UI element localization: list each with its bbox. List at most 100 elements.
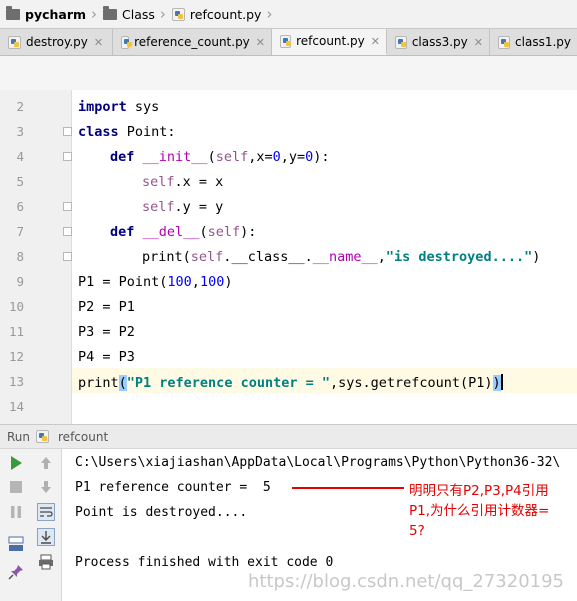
- code-token: "P1 reference counter = ": [126, 375, 330, 391]
- code-token: print(: [142, 249, 191, 265]
- code-editor[interactable]: 2 3 4 5 6 7 8 9 10 11 12 13 14 import sy…: [0, 90, 577, 424]
- code-token: 100: [167, 274, 192, 290]
- tab-class3[interactable]: class3.py ✕: [387, 29, 490, 55]
- line-number: 9: [16, 274, 24, 289]
- tab-label: reference_count.py: [134, 35, 250, 49]
- tab-label: class1.py: [515, 35, 571, 49]
- code-token: ,y=: [280, 149, 306, 165]
- console-line: Point is destroyed....: [75, 505, 248, 520]
- fold-marker-icon[interactable]: [63, 227, 72, 236]
- breadcrumb-folder[interactable]: Class ›: [103, 0, 172, 28]
- editor-toolbar-strip: [0, 56, 577, 91]
- down-arrow-icon[interactable]: [37, 478, 55, 496]
- code-token: P1 = Point(: [78, 274, 168, 290]
- close-icon[interactable]: ✕: [371, 35, 380, 48]
- breadcrumb-project-label: pycharm: [25, 6, 87, 22]
- python-file-icon: [121, 35, 133, 49]
- code-token: __name__: [312, 249, 378, 265]
- annotation-text: 5?: [409, 523, 425, 539]
- code-token: __del__: [142, 224, 200, 240]
- breadcrumb-folder-label: Class: [122, 6, 155, 22]
- code-line: self.x = x: [142, 174, 223, 191]
- up-arrow-icon[interactable]: [37, 454, 55, 472]
- code-token: ,sys.getrefcount(P1): [329, 375, 493, 391]
- code-token: ): [224, 274, 233, 290]
- layout-icon[interactable]: [7, 535, 25, 553]
- soft-wrap-icon[interactable]: [37, 503, 55, 521]
- code-line: import sys: [78, 99, 159, 116]
- breadcrumb: pycharm › Class › refcount.py ›: [0, 0, 577, 29]
- pause-icon[interactable]: [7, 503, 25, 521]
- tab-destroy[interactable]: destroy.py ✕: [0, 29, 113, 55]
- tab-class1[interactable]: class1.py: [490, 29, 577, 55]
- fold-marker-icon[interactable]: [63, 127, 72, 136]
- line-number: 13: [8, 374, 24, 389]
- chevron-right-icon: ›: [159, 4, 166, 23]
- scroll-to-end-icon[interactable]: [37, 528, 55, 546]
- close-icon[interactable]: ✕: [256, 36, 265, 49]
- fold-marker-icon[interactable]: [63, 152, 72, 161]
- code-line: def __del__(self):: [110, 224, 256, 241]
- code-line: def __init__(self,x=0,y=0):: [110, 149, 330, 166]
- chevron-right-icon: ›: [91, 4, 98, 23]
- stop-icon[interactable]: [7, 478, 25, 496]
- code-token: (: [199, 224, 208, 240]
- pin-icon[interactable]: [7, 563, 25, 581]
- code-token: self: [207, 224, 241, 240]
- annotation-line: [292, 487, 404, 489]
- run-icon[interactable]: [7, 454, 25, 472]
- tab-label: destroy.py: [26, 35, 88, 49]
- code-token: (: [207, 149, 216, 165]
- annotation-text: P1,为什么引用计数器=: [409, 503, 550, 519]
- code-token: ):: [240, 224, 257, 240]
- code-token: self: [190, 249, 224, 265]
- console-line: Process finished with exit code 0: [75, 555, 334, 570]
- code-token: Point:: [118, 124, 176, 140]
- line-number: 5: [16, 174, 24, 189]
- breadcrumb-file[interactable]: refcount.py ›: [171, 0, 279, 28]
- tab-reference-count[interactable]: reference_count.py ✕: [113, 29, 272, 55]
- run-config-name[interactable]: refcount: [58, 430, 108, 444]
- print-icon[interactable]: [37, 553, 55, 571]
- code-token: ,: [377, 249, 386, 265]
- code-line: self.y = y: [142, 199, 223, 216]
- tab-refcount[interactable]: refcount.py ✕: [272, 29, 387, 55]
- line-number: 6: [16, 199, 24, 214]
- line-number: 12: [8, 349, 24, 364]
- code-token: ,x=: [248, 149, 273, 165]
- folder-icon: [6, 5, 20, 20]
- line-number: 14: [8, 399, 24, 414]
- close-icon[interactable]: ✕: [474, 36, 483, 49]
- python-file-icon: [280, 34, 292, 48]
- code-token: def: [110, 224, 135, 240]
- python-file-icon: [395, 35, 407, 49]
- code-token: ,: [191, 274, 200, 290]
- code-line: class Point:: [78, 124, 176, 141]
- code-token: "is destroyed....": [385, 249, 533, 265]
- console-line: C:\Users\xiajiashan\AppData\Local\Progra…: [75, 455, 561, 470]
- code-token: sys: [126, 99, 160, 115]
- code-token: self: [142, 174, 175, 190]
- code-token: self: [142, 199, 175, 215]
- code-token: class: [78, 124, 119, 140]
- fold-marker-icon[interactable]: [63, 202, 72, 211]
- run-panel-header: Run refcount: [0, 424, 577, 449]
- run-panel-title: Run: [7, 429, 31, 444]
- breadcrumb-project[interactable]: pycharm ›: [6, 0, 103, 28]
- code-token: print: [78, 375, 119, 391]
- folder-icon: [103, 5, 118, 20]
- fold-marker-icon[interactable]: [63, 252, 72, 261]
- code-line: print("P1 reference counter = ",sys.getr…: [78, 374, 503, 392]
- run-toolbar: [0, 449, 62, 601]
- line-number: 8: [16, 249, 24, 264]
- console-line: P1 reference counter = 5: [75, 480, 271, 495]
- python-file-icon: [171, 7, 185, 21]
- close-icon[interactable]: ✕: [94, 36, 103, 49]
- code-token: 100: [199, 274, 225, 290]
- code-line: P3 = P2: [78, 324, 135, 340]
- line-number: 2: [16, 99, 24, 114]
- python-file-icon: [36, 430, 50, 443]
- python-file-icon: [8, 35, 21, 49]
- text-caret: [500, 374, 503, 390]
- code-token: .y = y: [174, 199, 224, 215]
